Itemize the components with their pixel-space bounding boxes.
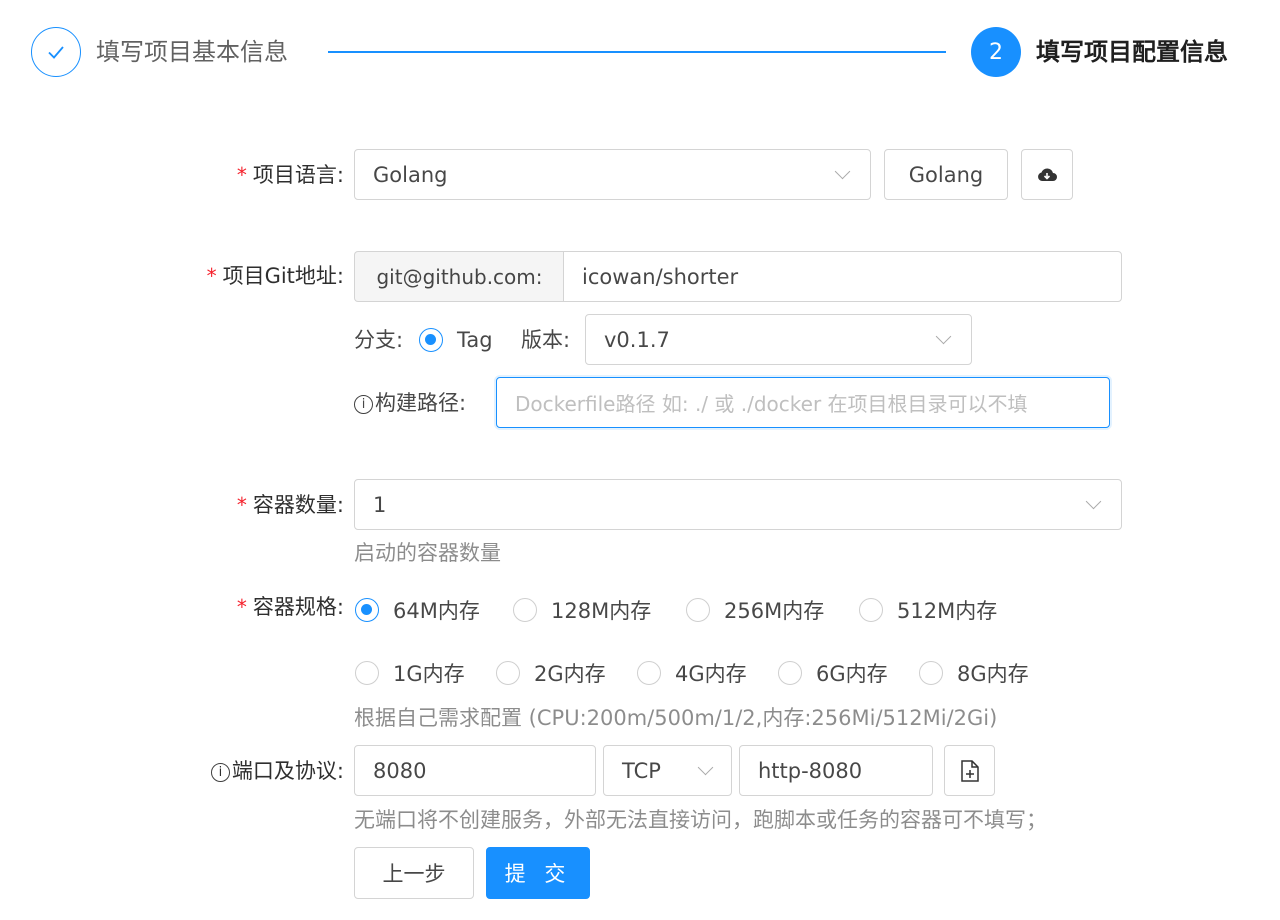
radio-checked-icon	[355, 598, 379, 622]
port-name-input[interactable]: http-8080	[739, 745, 933, 796]
port-label: i 端口及协议:	[150, 746, 344, 796]
radio-unchecked-icon	[859, 598, 883, 622]
language-label: * 项目语言:	[236, 163, 344, 187]
port-value: 8080	[373, 758, 427, 783]
chevron-down-icon	[834, 163, 851, 180]
step-2-title: 填写项目配置信息	[1036, 38, 1228, 66]
prev-step-button[interactable]: 上一步	[354, 847, 474, 899]
radio-checked-icon	[419, 328, 443, 352]
git-repo-value: icowan/shorter	[582, 264, 739, 289]
build-path-label: i 构建路径:	[354, 378, 466, 428]
step-1-title: 填写项目基本信息	[96, 38, 288, 66]
spec-help: 根据自己需求配置 (CPU:200m/500m/1/2,内存:256Mi/512…	[354, 706, 998, 730]
add-port-button[interactable]	[944, 745, 995, 796]
chevron-down-icon	[935, 328, 952, 345]
branch-tag-label: Tag	[457, 328, 493, 352]
info-icon[interactable]: i	[354, 394, 373, 414]
radio-unchecked-icon	[513, 598, 537, 622]
radio-unchecked-icon	[355, 661, 379, 685]
radio-unchecked-icon	[919, 661, 943, 685]
port-name-value: http-8080	[758, 758, 863, 783]
radio-unchecked-icon	[496, 661, 520, 685]
spec-option-1g[interactable]: 1G内存	[355, 658, 465, 688]
radio-unchecked-icon	[637, 661, 661, 685]
steps-bar: 填写项目基本信息 2 填写项目配置信息	[0, 0, 1280, 104]
spec-option-256m[interactable]: 256M内存	[686, 595, 824, 625]
required-mark: *	[236, 493, 247, 517]
spec-option-64m[interactable]: 64M内存	[355, 595, 480, 625]
spec-option-8g[interactable]: 8G内存	[919, 658, 1029, 688]
radio-unchecked-icon	[686, 598, 710, 622]
replicas-label: * 容器数量:	[236, 493, 344, 517]
spec-option-4g[interactable]: 4G内存	[637, 658, 747, 688]
spec-option-128m[interactable]: 128M内存	[513, 595, 651, 625]
protocol-select[interactable]: TCP	[603, 745, 732, 796]
build-path-placeholder: Dockerfile路径 如: ./ 或 ./docker 在项目根目录可以不填	[515, 392, 1028, 416]
replicas-select-value: 1	[373, 492, 387, 517]
version-select[interactable]: v0.1.7	[585, 314, 972, 365]
replicas-select[interactable]: 1	[354, 479, 1122, 530]
replicas-help: 启动的容器数量	[354, 541, 501, 565]
chevron-down-icon	[1085, 493, 1102, 510]
file-add-icon	[960, 759, 979, 782]
required-mark: *	[236, 595, 247, 619]
info-icon[interactable]: i	[210, 762, 230, 782]
chevron-down-icon	[697, 759, 714, 776]
cloud-download-icon	[1038, 167, 1057, 181]
spec-option-512m[interactable]: 512M内存	[859, 595, 997, 625]
spec-label: * 容器规格:	[236, 595, 344, 619]
step-connector-line	[328, 51, 946, 53]
branch-tag-radio[interactable]: Tag	[419, 328, 493, 352]
protocol-value: TCP	[622, 758, 661, 783]
branch-label: 分支:	[354, 328, 404, 352]
git-repo-input[interactable]: icowan/shorter	[563, 251, 1122, 302]
git-prefix-addon: git@github.com:	[354, 251, 564, 302]
git-label: * 项目Git地址:	[206, 264, 344, 288]
step-2-number-icon: 2	[971, 27, 1021, 77]
version-label: 版本:	[521, 328, 571, 352]
language-select[interactable]: Golang	[354, 149, 871, 200]
spec-option-6g[interactable]: 6G内存	[778, 658, 888, 688]
radio-unchecked-icon	[778, 661, 802, 685]
port-input[interactable]: 8080	[354, 745, 596, 796]
required-mark: *	[236, 163, 247, 187]
version-select-value: v0.1.7	[604, 327, 670, 352]
cloud-download-button[interactable]	[1021, 149, 1073, 200]
submit-button[interactable]: 提 交	[486, 847, 590, 899]
language-golang-button[interactable]: Golang	[884, 149, 1008, 200]
language-select-value: Golang	[373, 162, 448, 187]
port-help: 无端口将不创建服务，外部无法直接访问，跑脚本或任务的容器可不填写；	[354, 808, 1047, 832]
required-mark: *	[206, 264, 217, 288]
build-path-input[interactable]: Dockerfile路径 如: ./ 或 ./docker 在项目根目录可以不填	[496, 377, 1110, 428]
spec-option-2g[interactable]: 2G内存	[496, 658, 606, 688]
step-1-check-icon	[31, 27, 81, 77]
